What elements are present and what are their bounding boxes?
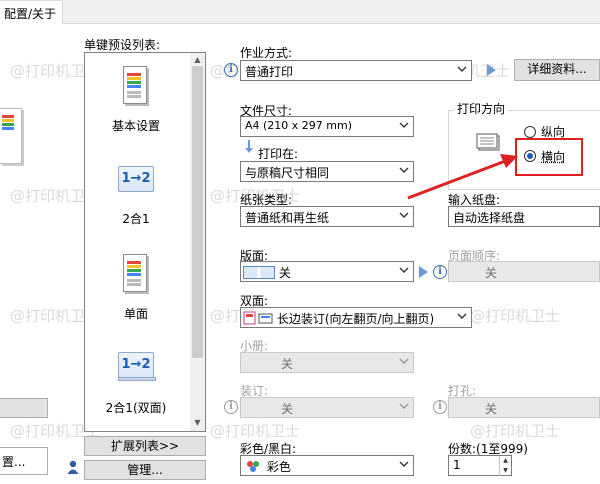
color-mode-value: 彩色: [266, 460, 291, 474]
spin-down-icon[interactable]: ▼: [499, 466, 511, 476]
paper-size-select[interactable]: A4 (210 x 297 mm): [240, 116, 414, 137]
watermark: @打印机卫士: [470, 307, 561, 325]
info-icon: i: [224, 400, 238, 414]
preset-label[interactable]: 基本设置: [84, 117, 188, 134]
page-order-select: 关: [448, 261, 600, 282]
booklet-select: 关: [240, 352, 414, 373]
punch-value: 关: [485, 402, 498, 416]
job-type-value: 普通打印: [245, 65, 294, 79]
watermark: @打印机卫士: [470, 422, 561, 440]
two-in-one-icon[interactable]: 1→2: [118, 166, 154, 192]
punch-select: 关: [448, 397, 600, 418]
preset-label[interactable]: 2合1(双面): [84, 399, 188, 416]
layout-icon: [243, 266, 275, 279]
preview-button[interactable]: [0, 398, 48, 418]
scroll-thumb[interactable]: [192, 66, 203, 358]
input-tray-value: 自动选择纸盘: [453, 211, 526, 225]
two-in-one-duplex-icon[interactable]: 1→2: [118, 352, 154, 378]
page-order-value: 关: [485, 266, 498, 280]
binding-select: 关: [240, 397, 414, 418]
user-icon: [67, 460, 79, 474]
duplex-sheet-icon: [118, 377, 156, 381]
copies-value: 1: [453, 458, 461, 472]
chevron-down-icon: [399, 267, 409, 273]
input-tray-select[interactable]: 自动选择纸盘: [448, 206, 600, 227]
orientation-title: 打印方向: [454, 100, 509, 117]
tab-config-about[interactable]: 配置/关于: [0, 0, 64, 24]
copies-spinner[interactable]: 1 ▲ ▼: [448, 455, 512, 476]
print-on-label: 打印在:: [258, 147, 299, 161]
document-preview-icon: [0, 108, 22, 164]
preset-label[interactable]: 单面: [84, 305, 188, 322]
details-button[interactable]: 详细资料...: [514, 59, 600, 81]
play-arrow-icon: [419, 266, 428, 278]
watermark: @打印机卫士: [210, 422, 301, 440]
print-on-select[interactable]: 与原稿尺寸相同: [240, 161, 414, 182]
job-type-select[interactable]: 普通打印: [240, 60, 472, 81]
settings-button[interactable]: 置...: [0, 447, 48, 475]
chevron-down-icon: [457, 313, 467, 319]
color-dots-icon: [245, 460, 263, 472]
tab-bar: [0, 0, 600, 24]
scroll-up-icon[interactable]: ▲: [192, 55, 203, 64]
preset-list-title: 单键预设列表:: [84, 38, 161, 52]
binding-value: 关: [281, 402, 294, 416]
scroll-down-icon[interactable]: ▼: [192, 418, 203, 427]
play-arrow-icon: [487, 64, 496, 76]
duplex-icon: [243, 311, 273, 325]
down-arrow-icon: [244, 140, 254, 154]
layout-select[interactable]: 关: [240, 261, 414, 282]
color-document-icon[interactable]: [123, 254, 147, 292]
color-mode-select[interactable]: 彩色: [240, 455, 414, 476]
portrait-radio[interactable]: [524, 126, 536, 138]
manage-button[interactable]: 管理...: [84, 460, 206, 480]
paper-type-select[interactable]: 普通纸和再生纸: [240, 206, 414, 227]
color-document-icon[interactable]: [123, 66, 147, 104]
info-icon[interactable]: i: [433, 265, 447, 279]
job-type-label: 作业方式:: [240, 46, 293, 60]
paper-size-value: A4 (210 x 297 mm): [245, 119, 353, 132]
preset-label[interactable]: 2合1: [84, 210, 188, 227]
chevron-down-icon: [399, 122, 409, 128]
chevron-down-icon: [457, 66, 467, 72]
booklet-value: 关: [281, 357, 294, 371]
chevron-down-icon: [399, 212, 409, 218]
chevron-down-icon: [399, 358, 409, 364]
chevron-down-icon: [399, 403, 409, 409]
spin-up-icon[interactable]: ▲: [499, 456, 511, 466]
paper-type-value: 普通纸和再生纸: [245, 211, 330, 225]
chevron-down-icon: [399, 461, 409, 467]
info-icon: i: [433, 400, 447, 414]
info-icon[interactable]: i: [224, 63, 238, 77]
duplex-value: 长边装订(向左翻页/向上翻页): [276, 312, 435, 326]
duplex-select[interactable]: 长边装订(向左翻页/向上翻页): [240, 307, 472, 328]
layout-value: 关: [278, 266, 291, 280]
expand-list-button[interactable]: 扩展列表>>: [84, 436, 206, 456]
annotation-highlight-box: [515, 138, 583, 176]
print-on-value: 与原稿尺寸相同: [245, 166, 330, 180]
